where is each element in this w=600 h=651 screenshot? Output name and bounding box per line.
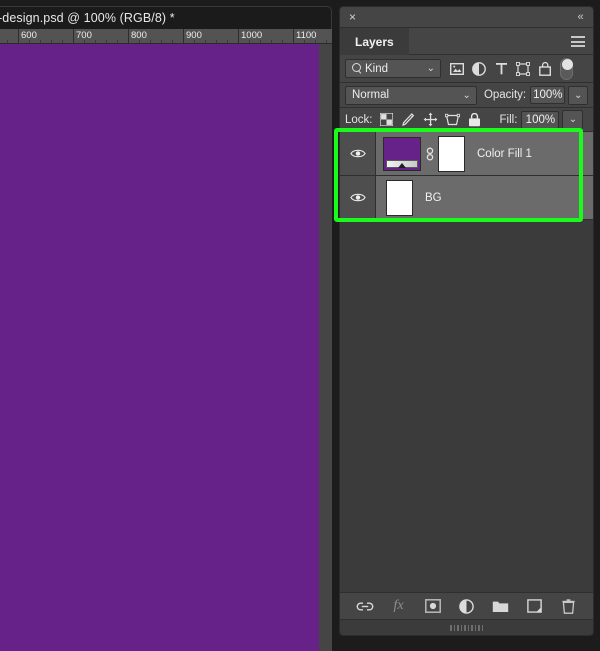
lock-image-pixels-icon[interactable] bbox=[398, 111, 420, 129]
fx-label: fx bbox=[393, 598, 404, 613]
layer-mask-link-icon[interactable] bbox=[423, 137, 436, 171]
layer-list: Color Fill 1 BG bbox=[334, 128, 593, 597]
delete-layer-icon[interactable] bbox=[559, 596, 579, 616]
opacity-chevron-button[interactable]: ⌄ bbox=[568, 85, 588, 105]
tab-layers[interactable]: Layers bbox=[340, 28, 409, 55]
tab-layers-label: Layers bbox=[355, 34, 394, 49]
opacity-label: Opacity: bbox=[483, 89, 527, 101]
hamburger-menu-icon[interactable] bbox=[571, 36, 585, 47]
document-title: -design.psd @ 100% (RGB/8) * bbox=[0, 11, 175, 25]
search-icon bbox=[351, 63, 362, 74]
ruler-major-tick bbox=[128, 29, 129, 43]
layer-visibility-toggle[interactable] bbox=[340, 132, 376, 175]
lock-label: Lock: bbox=[345, 113, 373, 126]
toggle-knob bbox=[561, 59, 573, 70]
lock-row: Lock: Fill: 100% ⌄ bbox=[340, 108, 593, 132]
gradient-strip bbox=[386, 159, 418, 168]
layer-filter-row: Kind ⌄ bbox=[340, 55, 593, 83]
close-icon[interactable]: × bbox=[346, 11, 359, 24]
ruler-label: 1000 bbox=[241, 30, 263, 41]
pixel-filter-icon[interactable] bbox=[446, 59, 468, 79]
blend-mode-row: Normal ⌄ Opacity: 100% ⌄ bbox=[340, 83, 593, 108]
horizontal-ruler[interactable]: 600 700 800 900 1000 1100 bbox=[0, 29, 332, 44]
blend-mode-value: Normal bbox=[352, 89, 390, 101]
eye-icon bbox=[349, 149, 366, 158]
table-row[interactable]: BG bbox=[340, 176, 593, 220]
layer-visibility-toggle[interactable] bbox=[340, 176, 376, 219]
document-right-edge bbox=[332, 0, 336, 651]
photoshop-window: -design.psd @ 100% (RGB/8) * 600 700 800 90… bbox=[0, 0, 600, 651]
lock-transparent-pixels-icon[interactable] bbox=[376, 111, 398, 129]
ruler-major-tick bbox=[183, 29, 184, 43]
canvas-gutter bbox=[319, 44, 332, 651]
filter-enable-toggle[interactable] bbox=[560, 57, 573, 80]
document-title-bar[interactable]: -design.psd @ 100% (RGB/8) * bbox=[0, 6, 332, 29]
ruler-major-tick bbox=[238, 29, 239, 43]
ruler-major-tick bbox=[18, 29, 19, 43]
blend-mode-dropdown[interactable]: Normal ⌄ bbox=[345, 85, 477, 105]
layer-name: BG bbox=[425, 191, 442, 204]
adjustment-filter-icon[interactable] bbox=[468, 59, 490, 79]
table-row[interactable]: Color Fill 1 bbox=[340, 132, 593, 176]
layers-panel-bottom-toolbar: fx bbox=[340, 592, 593, 619]
grip-lines bbox=[450, 624, 483, 631]
lock-position-icon[interactable] bbox=[420, 111, 442, 129]
fill-chevron-button[interactable]: ⌄ bbox=[562, 110, 584, 129]
new-layer-icon[interactable] bbox=[525, 596, 545, 616]
opacity-input[interactable]: 100% bbox=[530, 86, 566, 104]
filter-kind-dropdown[interactable]: Kind ⌄ bbox=[345, 59, 441, 78]
layer-mask-thumbnail[interactable] bbox=[438, 135, 465, 172]
panel-tab-row: Layers bbox=[340, 28, 593, 55]
ruler-major-tick bbox=[73, 29, 74, 43]
chevron-down-icon: ⌄ bbox=[462, 89, 471, 101]
fill-label: Fill: bbox=[499, 113, 518, 126]
new-group-icon[interactable] bbox=[491, 596, 511, 616]
fill-input[interactable]: 100% bbox=[521, 110, 560, 129]
layer-style-fx-icon[interactable]: fx bbox=[389, 596, 409, 616]
panel-resize-grip[interactable] bbox=[340, 619, 593, 635]
chevron-down-icon: ⌄ bbox=[426, 63, 435, 74]
new-adjustment-layer-icon[interactable] bbox=[457, 596, 477, 616]
panel-top-bar: × « bbox=[340, 7, 593, 28]
ruler-major-tick bbox=[293, 29, 294, 43]
type-filter-icon[interactable] bbox=[490, 59, 512, 79]
smart-object-filter-icon[interactable] bbox=[534, 59, 556, 79]
link-layers-icon[interactable] bbox=[355, 596, 375, 616]
filter-kind-label: Kind bbox=[365, 62, 389, 75]
layer-thumbnail[interactable] bbox=[383, 136, 421, 171]
shape-filter-icon[interactable] bbox=[512, 59, 534, 79]
add-layer-mask-icon[interactable] bbox=[423, 596, 443, 616]
eye-icon bbox=[349, 193, 366, 202]
canvas[interactable] bbox=[0, 44, 319, 651]
layer-thumbnail[interactable] bbox=[386, 179, 413, 216]
ruler-label: 1100 bbox=[296, 30, 317, 41]
document-window: -design.psd @ 100% (RGB/8) * 600 700 800 90… bbox=[0, 0, 336, 651]
lock-artboard-nesting-icon[interactable] bbox=[442, 111, 464, 129]
layer-name: Color Fill 1 bbox=[477, 147, 532, 160]
lock-all-icon[interactable] bbox=[464, 111, 486, 129]
layers-panel: × « Layers Kind ⌄ Normal ⌄ Opacity: 100%… bbox=[334, 6, 594, 636]
collapse-panel-icon[interactable]: « bbox=[573, 11, 587, 24]
